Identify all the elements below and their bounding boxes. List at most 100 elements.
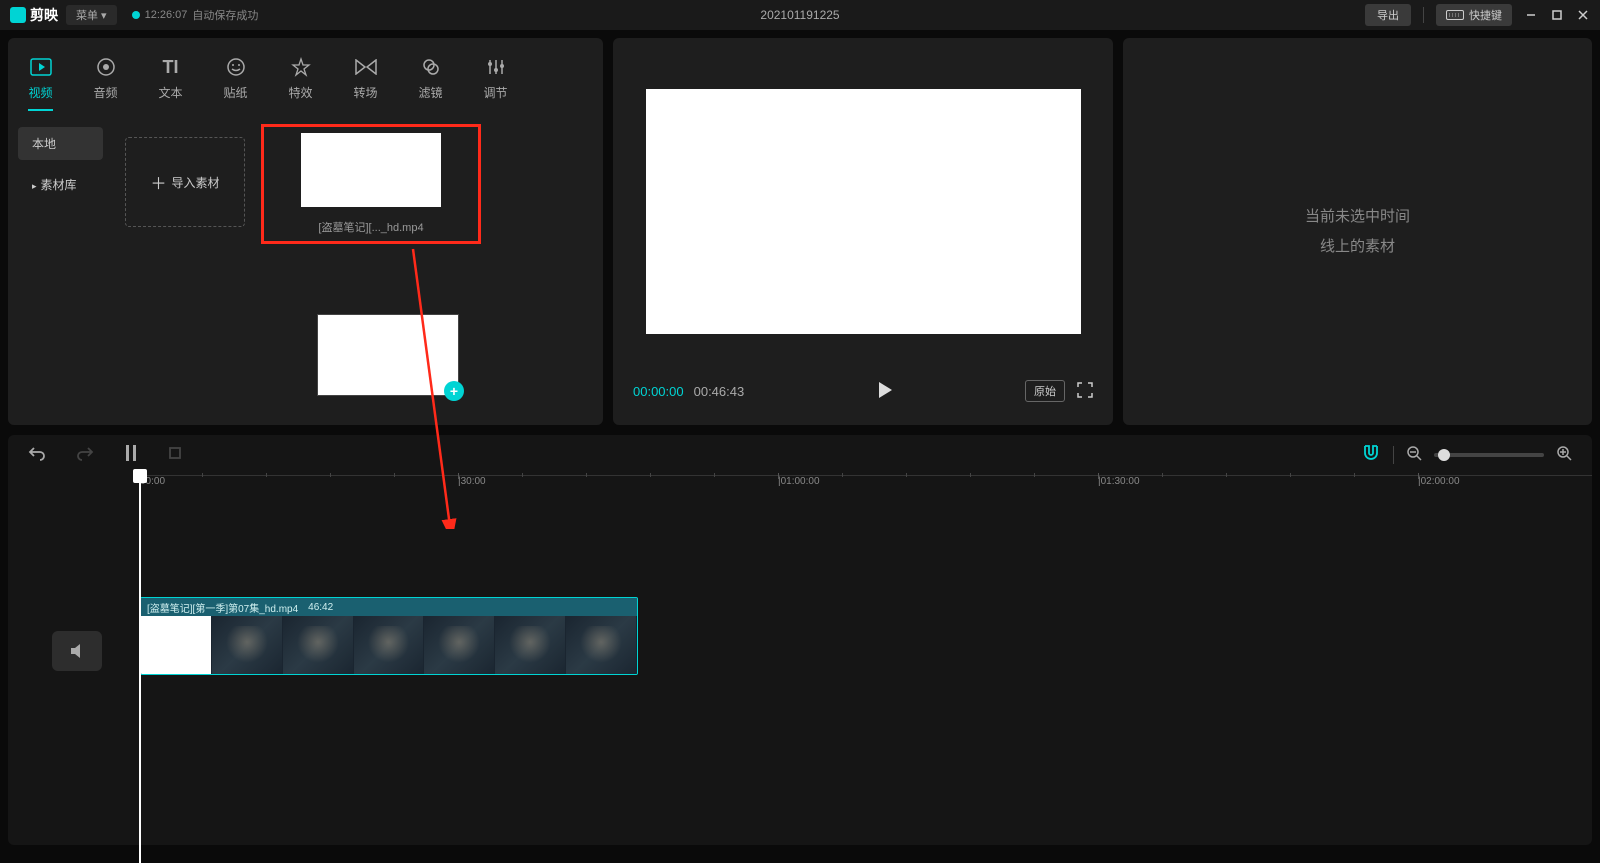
ruler-tick-minor: . [1162,476,1165,487]
divider [1423,7,1424,23]
preview-panel: 00:00:00 00:46:43 原始 [613,38,1113,425]
timeline-ruler[interactable]: 00:00 . . . . |30:00 . . . . |01:00:00 .… [136,475,1592,499]
ruler-tick: |01:00:00 [778,476,820,487]
maximize-button[interactable] [1550,8,1564,22]
clip-frame [141,616,212,675]
export-button[interactable]: 导出 [1365,4,1411,26]
tab-adjust[interactable]: 调节 [463,48,528,109]
tab-transition[interactable]: 转场 [333,48,398,109]
media-body: 本地 ▸素材库 ＋ 导入素材 [盗墓笔记][..._hd.mp4 + [8,109,603,425]
time-current: 00:00:00 [633,384,684,399]
track-mute-button[interactable] [52,631,102,671]
ruler-tick-minor: . [586,476,589,487]
clip-frame [495,616,566,675]
media-tabs: 视频 音频 TI 文本 贴纸 特效 转场 [8,38,603,109]
inspector-empty-l1: 当前未选中时间 [1305,202,1410,232]
time-duration: 00:46:43 [694,384,745,399]
timeline-clip-title: [盗墓笔记][第一季]第07集_hd.mp4 [147,600,298,615]
filter-icon [420,56,442,78]
ruler-tick-minor: . [330,476,333,487]
sidebar-label: 素材库 [41,178,77,192]
ruler-tick-minor: . [266,476,269,487]
project-name: 202101191225 [760,8,839,22]
tab-audio[interactable]: 音频 [73,48,138,109]
media-clip-thumbnail[interactable] [301,133,441,207]
save-text: 自动保存成功 [192,7,258,23]
clip-frame [283,616,354,675]
sidebar-item-local[interactable]: 本地 [18,127,103,160]
adjust-icon [485,56,507,78]
zoom-in-button[interactable] [1556,445,1572,466]
clip-frame [566,616,637,675]
logo-icon [10,7,26,23]
clip-frame [424,616,495,675]
fullscreen-button[interactable] [1077,382,1093,401]
tab-video[interactable]: 视频 [8,48,73,109]
inspector-panel: 当前未选中时间 线上的素材 [1123,38,1592,425]
media-clip-highlight: [盗墓笔记][..._hd.mp4 [261,124,481,244]
app-name: 剪映 [30,5,58,25]
tab-label: 文本 [158,84,182,101]
zoom-out-button[interactable] [1406,445,1422,466]
ruler-tick-minor: . [842,476,845,487]
ruler-tick-minor: . [202,476,205,487]
add-clip-icon[interactable]: + [444,381,464,401]
delete-button[interactable] [168,446,182,465]
tab-label: 视频 [28,84,52,101]
tab-effect[interactable]: 特效 [268,48,333,109]
tab-filter[interactable]: 滤镜 [398,48,463,109]
zoom-slider-thumb[interactable] [1438,449,1450,461]
text-icon: TI [160,56,182,78]
import-button[interactable]: ＋ 导入素材 [125,137,245,227]
app-logo: 剪映 [10,5,58,25]
timeline-clip-duration: 46:42 [308,602,333,613]
media-sidebar: 本地 ▸素材库 [8,109,113,425]
tab-label: 特效 [288,84,312,101]
tab-label: 转场 [353,84,377,101]
timeline-clip-frames [141,616,637,675]
ruler-tick-minor: . [522,476,525,487]
split-button[interactable] [124,444,138,467]
titlebar: 剪映 菜单 ▾ 12:26:07 自动保存成功 202101191225 导出 … [0,0,1600,30]
timeline-panel: 00:00 . . . . |30:00 . . . . |01:00:00 .… [8,435,1592,845]
undo-button[interactable] [28,445,46,466]
aspect-ratio-button[interactable]: 原始 [1025,380,1065,402]
ruler-tick-minor: . [1290,476,1293,487]
tab-text[interactable]: TI 文本 [138,48,203,109]
titlebar-right: 导出 快捷键 [1365,4,1590,26]
shortcuts-button[interactable]: 快捷键 [1436,4,1512,26]
ruler-tick: |01:30:00 [1098,476,1140,487]
inspector-empty-l2: 线上的素材 [1305,232,1410,262]
import-label: 导入素材 [172,174,220,191]
save-time: 12:26:07 [145,9,188,21]
tab-label: 音频 [93,84,117,101]
menu-dropdown[interactable]: 菜单 ▾ [66,5,117,25]
tab-sticker[interactable]: 贴纸 [203,48,268,109]
sidebar-item-library[interactable]: ▸素材库 [18,168,103,201]
tab-label: 滤镜 [418,84,442,101]
save-status: 12:26:07 自动保存成功 [132,7,259,23]
tab-label: 贴纸 [223,84,247,101]
ruler-tick-minor: . [1034,476,1037,487]
inspector-empty-text: 当前未选中时间 线上的素材 [1305,202,1410,262]
close-button[interactable] [1576,8,1590,22]
timeline-toolbar-right [1361,444,1572,467]
transition-icon [355,56,377,78]
zoom-slider[interactable] [1434,453,1544,457]
ruler-tick-minor: . [970,476,973,487]
redo-button[interactable] [76,445,94,466]
play-button[interactable] [877,381,893,402]
preview-canvas [627,52,1099,371]
timeline-clip[interactable]: [盗墓笔记][第一季]第07集_hd.mp4 46:42 [140,597,638,675]
timeline-playhead[interactable] [139,473,141,863]
divider [1393,446,1394,464]
preview-frame[interactable] [646,89,1081,334]
magnet-button[interactable] [1361,444,1381,467]
ruler-tick-minor: . [1354,476,1357,487]
ruler-tick: |30:00 [458,476,486,487]
minimize-button[interactable] [1524,8,1538,22]
dragging-clip-thumbnail[interactable]: + [317,314,459,396]
ruler-tick: |02:00:00 [1418,476,1460,487]
sticker-icon [225,56,247,78]
audio-icon [95,56,117,78]
